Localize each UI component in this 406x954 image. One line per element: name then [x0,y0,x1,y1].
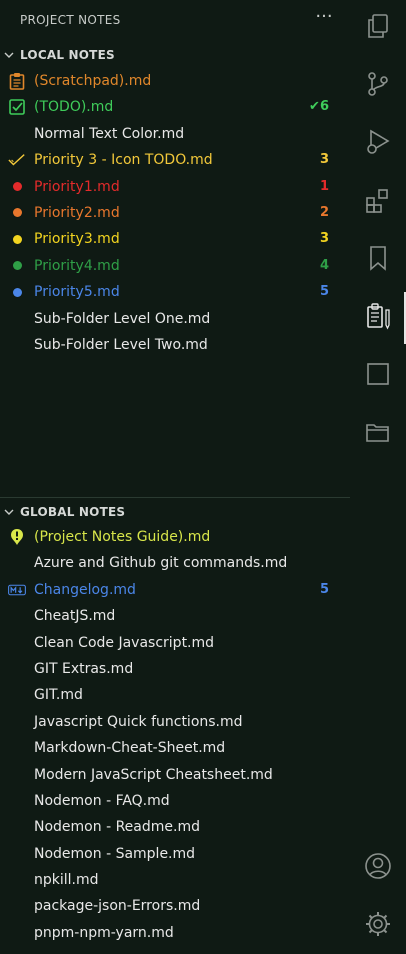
activity-bar [350,0,406,954]
note-item[interactable]: (TODO).md ✔6 [0,94,350,120]
note-item-label: Javascript Quick functions.md [34,713,243,730]
note-item[interactable]: Modern JavaScript Cheatsheet.md [0,762,350,788]
project-notes-sidebar: PROJECT NOTES ··· LOCAL NOTES (Scratchpa… [0,0,350,954]
chevron-down-icon [4,52,14,58]
section-divider [0,497,350,498]
note-item-label: Sub-Folder Level One.md [34,310,211,327]
note-item-label: Normal Text Color.md [34,125,185,142]
note-item-label: Markdown-Cheat-Sheet.md [34,740,226,757]
empty-panel-icon[interactable] [364,360,392,388]
explorer-icon[interactable] [364,12,392,40]
markdown-icon [8,582,26,598]
note-item-label: Sub-Folder Level Two.md [34,336,208,353]
global-notes-label: GLOBAL NOTES [20,505,126,519]
global-notes-list: (Project Notes Guide).md Azure and Github… [0,524,350,946]
note-item[interactable]: (Project Notes Guide).md [0,524,350,550]
note-item[interactable]: Javascript Quick functions.md [0,709,350,735]
bookmarks-icon[interactable] [364,244,392,272]
note-item-label: Nodemon - Readme.md [34,819,200,836]
blue-dot-icon [8,284,26,300]
note-item-label: GIT Extras.md [34,660,134,677]
checkbox-icon [8,99,26,116]
sidebar-title: PROJECT NOTES [20,13,121,27]
note-item-badge: 3 [319,152,329,168]
note-item[interactable]: Priority5.md 5 [0,279,350,305]
note-item-badge: 5 [319,581,329,597]
note-item[interactable]: (Scratchpad).md [0,68,350,94]
local-notes-label: LOCAL NOTES [20,48,115,62]
note-item-label: Modern JavaScript Cheatsheet.md [34,766,273,783]
note-item[interactable]: Priority4.md 4 [0,253,350,279]
note-item[interactable]: Priority2.md 2 [0,200,350,226]
check-icon [8,152,26,168]
note-item[interactable]: Nodemon - Readme.md [0,814,350,840]
note-item[interactable]: Sub-Folder Level One.md [0,306,350,332]
note-item[interactable]: Changelog.md 5 [0,577,350,603]
note-item[interactable]: Normal Text Color.md [0,121,350,147]
note-item-label: Nodemon - FAQ.md [34,792,170,809]
settings-gear-icon[interactable] [364,910,392,938]
note-item[interactable]: pnpm-npm-yarn.md [0,920,350,946]
note-item-badge: 3 [319,231,329,247]
note-item-badge: ✔6 [309,99,329,115]
note-item-label: (TODO).md [34,99,114,116]
note-item[interactable]: package-json-Errors.md [0,893,350,919]
note-item[interactable]: GIT Extras.md [0,656,350,682]
note-item[interactable]: Nodemon - FAQ.md [0,788,350,814]
note-item[interactable]: Priority3.md 3 [0,226,350,252]
sidebar-title-bar: PROJECT NOTES ··· [0,0,350,42]
local-notes-header[interactable]: LOCAL NOTES [0,43,350,67]
note-item-badge: 5 [319,284,329,300]
info-icon [8,529,26,545]
clipboard-icon [8,73,26,90]
red-dot-icon [8,179,26,195]
note-item-badge: 2 [319,204,329,220]
run-debug-icon[interactable] [364,128,392,156]
note-item[interactable]: Sub-Folder Level Two.md [0,332,350,358]
global-notes-header[interactable]: GLOBAL NOTES [0,500,350,524]
more-actions-button[interactable]: ··· [314,8,334,28]
note-item-label: Priority3.md [34,231,120,248]
note-item-badge: 4 [319,257,329,273]
note-item-label: (Scratchpad).md [34,73,152,89]
note-item-label: CheatJS.md [34,608,116,625]
local-notes-list: (Scratchpad).md (TODO).md ✔6 Normal Text Co… [0,68,350,358]
note-item[interactable]: Priority1.md 1 [0,174,350,200]
note-item-label: Clean Code Javascript.md [34,634,215,651]
note-item-label: pnpm-npm-yarn.md [34,924,174,941]
note-item-label: Priority 3 - Icon TODO.md [34,152,213,169]
orange-dot-icon [8,205,26,221]
note-item-label: Priority1.md [34,178,120,195]
note-item-label: Changelog.md [34,581,136,598]
note-item[interactable]: Azure and Github git commands.md [0,550,350,576]
note-item[interactable]: Markdown-Cheat-Sheet.md [0,735,350,761]
extensions-icon[interactable] [364,186,392,214]
note-item[interactable]: Nodemon - Sample.md [0,841,350,867]
note-item-label: GIT.md [34,687,83,704]
note-item[interactable]: GIT.md [0,682,350,708]
note-item[interactable]: Priority 3 - Icon TODO.md 3 [0,147,350,173]
note-item[interactable]: Clean Code Javascript.md [0,630,350,656]
source-control-icon[interactable] [364,70,392,98]
note-item-label: Priority5.md [34,284,120,301]
note-item-label: (Project Notes Guide).md [34,529,211,545]
note-item-label: Nodemon - Sample.md [34,845,196,862]
note-item-label: Priority4.md [34,257,120,274]
folders-icon[interactable] [364,418,392,446]
yellow-dot-icon [8,231,26,247]
note-item-label: Priority2.md [34,204,120,221]
note-item-label: package-json-Errors.md [34,898,201,915]
project-notes-icon[interactable] [364,302,392,330]
note-item[interactable]: npkill.md [0,867,350,893]
note-item-label: npkill.md [34,872,99,889]
green-dot-icon [8,258,26,274]
note-item-label: Azure and Github git commands.md [34,555,288,572]
account-icon[interactable] [364,852,392,880]
chevron-down-icon [4,509,14,515]
note-item-badge: 1 [319,178,329,194]
note-item[interactable]: CheatJS.md [0,603,350,629]
